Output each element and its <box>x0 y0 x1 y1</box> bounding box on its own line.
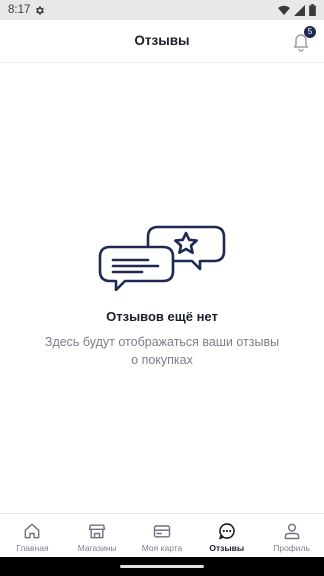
status-bar: 8:17 <box>0 0 324 20</box>
tab-stores-label: Магазины <box>77 543 117 553</box>
bottom-tab-bar: Главная Магазины Моя карта Отзывы Профил… <box>0 513 324 558</box>
tab-card[interactable]: Моя карта <box>130 514 195 558</box>
status-left: 8:17 <box>8 4 45 16</box>
chat-bubble-icon <box>218 523 235 540</box>
empty-state-title: Отзывов ещё нет <box>106 309 218 324</box>
tab-profile-label: Профиль <box>273 543 310 553</box>
system-nav-bar <box>0 557 324 576</box>
tab-reviews-label: Отзывы <box>209 543 245 553</box>
page-title: Отзывы <box>134 33 190 48</box>
tab-profile[interactable]: Профиль <box>259 514 324 558</box>
reviews-chat-star-icon <box>98 225 226 291</box>
profile-icon <box>284 523 299 540</box>
tab-reviews[interactable]: Отзывы <box>194 514 259 558</box>
status-right <box>278 4 316 16</box>
tab-stores[interactable]: Магазины <box>65 514 130 558</box>
app-bar: Отзывы 5 <box>0 20 324 63</box>
status-time: 8:17 <box>8 4 31 16</box>
tab-home-label: Главная <box>16 543 49 553</box>
notification-badge: 5 <box>304 26 316 38</box>
gear-icon <box>36 5 45 15</box>
home-icon <box>25 523 40 539</box>
card-icon <box>153 525 171 538</box>
signal-icon <box>294 4 305 16</box>
tab-card-label: Моя карта <box>141 543 183 553</box>
battery-icon <box>309 4 316 16</box>
tab-home[interactable]: Главная <box>0 514 65 558</box>
wifi-icon <box>278 5 290 15</box>
home-gesture-handle[interactable] <box>120 565 204 568</box>
empty-state-text: Здесь будут отображаться ваши отзывы о п… <box>44 335 280 367</box>
store-icon <box>88 524 106 539</box>
